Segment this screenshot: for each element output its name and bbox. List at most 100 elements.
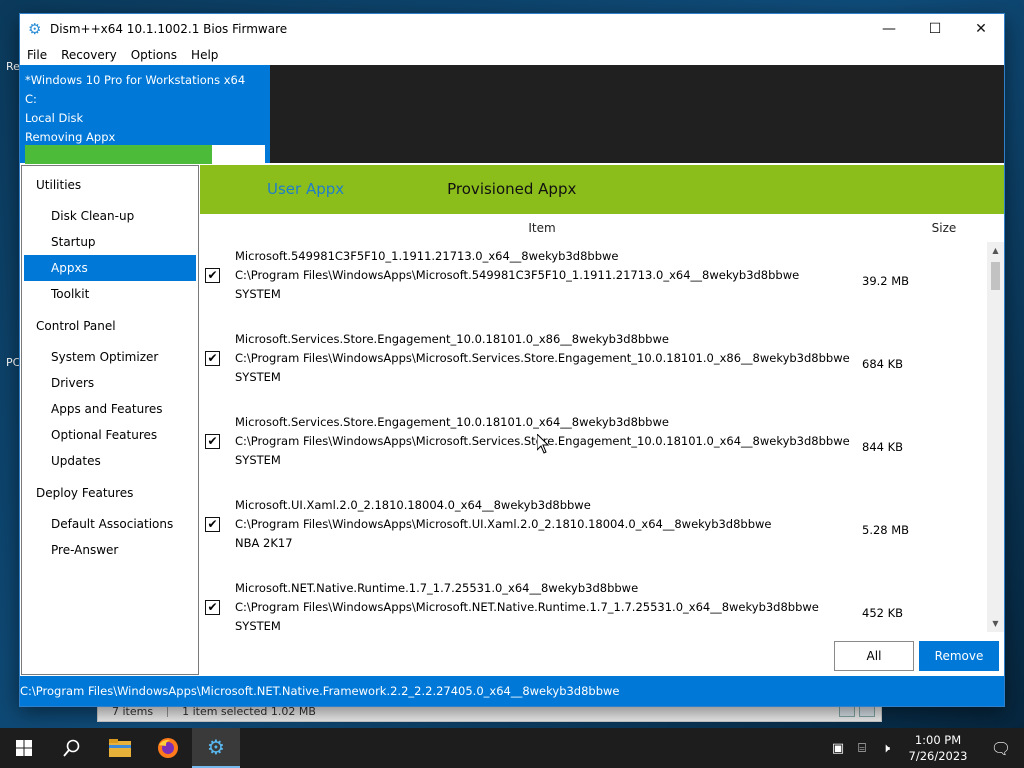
sidebar-item-updates[interactable]: Updates bbox=[24, 448, 196, 474]
clock[interactable]: 1:00 PM 7/26/2023 bbox=[898, 732, 978, 764]
list-item[interactable]: ✔ Microsoft.549981C3F5F10_1.1911.21713.0… bbox=[200, 242, 984, 322]
remove-button[interactable]: Remove bbox=[919, 641, 999, 671]
gears-icon: ⚙ bbox=[28, 20, 42, 38]
search-icon[interactable] bbox=[48, 728, 96, 768]
menu-help[interactable]: Help bbox=[184, 48, 225, 62]
row-package-path: C:\Program Files\WindowsApps\Microsoft.5… bbox=[235, 268, 800, 282]
list-item[interactable]: ✔ Microsoft.NET.Native.Runtime.1.7_1.7.2… bbox=[200, 574, 984, 632]
desktop-icon-label[interactable]: PC bbox=[6, 356, 20, 369]
tab-user-appx[interactable]: User Appx bbox=[267, 165, 344, 214]
sidebar-item-pre-answer[interactable]: Pre-Answer bbox=[24, 537, 196, 563]
session-card[interactable]: *Windows 10 Pro for Workstations x64 C: … bbox=[20, 65, 270, 164]
sidebar-group-utilities: Utilities bbox=[36, 178, 82, 192]
session-drive: C: bbox=[25, 92, 37, 106]
tiles-view-icon[interactable] bbox=[859, 705, 875, 717]
menu-file[interactable]: File bbox=[20, 48, 54, 62]
taskbar: ⚙ ▣ ⌸ 🕨 1:00 PM 7/26/2023 🗨 bbox=[0, 728, 1024, 768]
row-checkbox[interactable]: ✔ bbox=[205, 268, 220, 283]
details-view-icon[interactable] bbox=[839, 705, 855, 717]
list-item[interactable]: ✔ Microsoft.Services.Store.Engagement_10… bbox=[200, 408, 984, 488]
row-package-name: Microsoft.549981C3F5F10_1.1911.21713.0_x… bbox=[235, 249, 619, 263]
title-bar[interactable]: ⚙ Dism++x64 10.1.1002.1 Bios Firmware — … bbox=[20, 14, 1004, 44]
row-checkbox[interactable]: ✔ bbox=[205, 517, 220, 532]
start-button[interactable] bbox=[0, 728, 48, 768]
windows-logo-icon bbox=[16, 740, 32, 756]
row-package-owner: SYSTEM bbox=[235, 619, 281, 632]
sidebar-item-system-optimizer[interactable]: System Optimizer bbox=[24, 344, 196, 370]
sidebar-item-default-associations[interactable]: Default Associations bbox=[24, 511, 196, 537]
sidebar-item-startup[interactable]: Startup bbox=[24, 229, 196, 255]
progress-bar bbox=[25, 145, 265, 164]
clock-date: 7/26/2023 bbox=[908, 749, 968, 763]
menu-recovery[interactable]: Recovery bbox=[54, 48, 124, 62]
row-package-size: 39.2 MB bbox=[862, 274, 910, 288]
list-item[interactable]: ✔ Microsoft.Services.Store.Engagement_10… bbox=[200, 325, 984, 405]
row-checkbox[interactable]: ✔ bbox=[205, 434, 220, 449]
session-disk: Local Disk bbox=[25, 111, 84, 125]
list-scrollbar[interactable]: ▲ ▼ bbox=[987, 242, 1004, 632]
row-package-owner: SYSTEM bbox=[235, 287, 281, 301]
row-package-name: Microsoft.Services.Store.Engagement_10.0… bbox=[235, 415, 669, 429]
column-size[interactable]: Size bbox=[884, 221, 1004, 235]
desktop-icon-label[interactable]: Re bbox=[6, 60, 20, 73]
session-os: *Windows 10 Pro for Workstations x64 bbox=[25, 73, 246, 87]
select-all-button[interactable]: All bbox=[834, 641, 914, 671]
row-package-size: 5.28 MB bbox=[862, 523, 910, 537]
row-package-path: C:\Program Files\WindowsApps\Microsoft.S… bbox=[235, 351, 850, 365]
tray-app-icon[interactable]: ▣ bbox=[826, 741, 850, 756]
row-package-owner: NBA 2K17 bbox=[235, 536, 293, 550]
sidebar-item-apps-and-features[interactable]: Apps and Features bbox=[24, 396, 196, 422]
menu-options[interactable]: Options bbox=[124, 48, 184, 62]
appx-list: ✔ Microsoft.549981C3F5F10_1.1911.21713.0… bbox=[200, 242, 1004, 632]
close-button[interactable]: ✕ bbox=[958, 14, 1004, 44]
file-explorer-icon[interactable] bbox=[96, 728, 144, 768]
row-package-path: C:\Program Files\WindowsApps\Microsoft.N… bbox=[235, 600, 819, 614]
dism-window: ⚙ Dism++x64 10.1.1002.1 Bios Firmware — … bbox=[20, 14, 1004, 706]
row-checkbox[interactable]: ✔ bbox=[205, 600, 220, 615]
sidebar-item-optional-features[interactable]: Optional Features bbox=[24, 422, 196, 448]
firefox-icon[interactable] bbox=[144, 728, 192, 768]
scroll-thumb[interactable] bbox=[991, 262, 1000, 290]
clock-time: 1:00 PM bbox=[914, 733, 962, 747]
minimize-button[interactable]: — bbox=[866, 14, 912, 44]
list-item[interactable]: ✔ Microsoft.UI.Xaml.2.0_2.1810.18004.0_x… bbox=[200, 491, 984, 571]
sidebar-group-control-panel: Control Panel bbox=[36, 319, 116, 333]
row-package-name: Microsoft.NET.Native.Runtime.1.7_1.7.255… bbox=[235, 581, 639, 595]
notifications-icon[interactable]: 🗨 bbox=[978, 739, 1024, 758]
sidebar-group-deploy-features: Deploy Features bbox=[36, 486, 134, 500]
maximize-button[interactable]: ☐ bbox=[912, 14, 958, 44]
sidebar-item-drivers[interactable]: Drivers bbox=[24, 370, 196, 396]
row-package-size: 844 KB bbox=[862, 440, 904, 454]
sidebar-item-toolkit[interactable]: Toolkit bbox=[24, 281, 196, 307]
row-package-owner: SYSTEM bbox=[235, 370, 281, 384]
row-package-size: 684 KB bbox=[862, 357, 904, 371]
row-package-name: Microsoft.Services.Store.Engagement_10.0… bbox=[235, 332, 669, 346]
network-icon[interactable]: ⌸ bbox=[850, 741, 874, 756]
header-panel: *Windows 10 Pro for Workstations x64 C: … bbox=[20, 65, 1004, 164]
column-item[interactable]: Item bbox=[200, 221, 884, 235]
row-package-name: Microsoft.UI.Xaml.2.0_2.1810.18004.0_x64… bbox=[235, 498, 591, 512]
view-switcher bbox=[839, 705, 875, 717]
system-tray: ▣ ⌸ 🕨 1:00 PM 7/26/2023 🗨 bbox=[826, 728, 1024, 768]
status-bar: C:\Program Files\WindowsApps\Microsoft.N… bbox=[20, 676, 1004, 706]
column-header: Item Size bbox=[200, 214, 1004, 241]
divider bbox=[167, 705, 169, 717]
window-title: Dism++x64 10.1.1002.1 Bios Firmware bbox=[50, 22, 288, 36]
appx-panel: User Appx Provisioned Appx Item Size ✔ M… bbox=[200, 165, 1004, 675]
explorer-item-count: 7 items bbox=[112, 704, 154, 718]
sidebar: Utilities Disk Clean-up Startup Appxs To… bbox=[21, 165, 199, 675]
menu-bar: File Recovery Options Help bbox=[20, 44, 1004, 65]
tab-provisioned-appx[interactable]: Provisioned Appx bbox=[447, 165, 576, 214]
scroll-down-icon[interactable]: ▼ bbox=[987, 615, 1004, 632]
explorer-selection: 1 item selected 1.02 MB bbox=[182, 704, 316, 718]
tab-bar: User Appx Provisioned Appx bbox=[200, 165, 1004, 214]
gears-icon: ⚙ bbox=[207, 735, 225, 759]
progress-fill bbox=[25, 145, 213, 164]
sidebar-item-appxs[interactable]: Appxs bbox=[24, 255, 196, 281]
scroll-up-icon[interactable]: ▲ bbox=[987, 242, 1004, 259]
dism-taskbar-icon[interactable]: ⚙ bbox=[192, 728, 240, 768]
volume-muted-icon[interactable]: 🕨 bbox=[874, 741, 898, 756]
row-package-size: 452 KB bbox=[862, 606, 904, 620]
sidebar-item-disk-cleanup[interactable]: Disk Clean-up bbox=[24, 203, 196, 229]
row-checkbox[interactable]: ✔ bbox=[205, 351, 220, 366]
